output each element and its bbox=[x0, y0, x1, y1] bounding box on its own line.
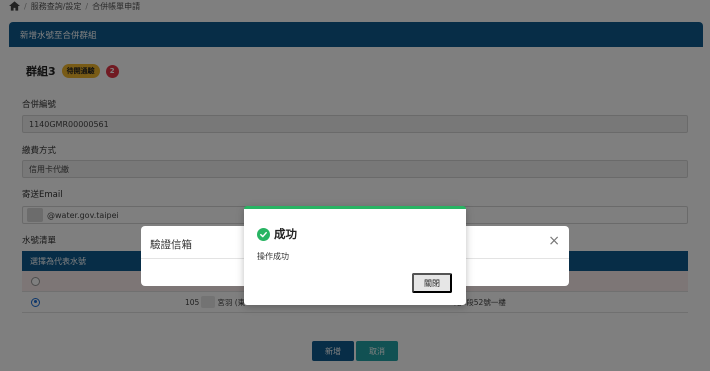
success-message: 操作成功 bbox=[257, 252, 289, 261]
verify-modal-title: 驗證信箱 bbox=[150, 239, 192, 251]
close-icon[interactable]: × bbox=[548, 234, 560, 248]
success-title: 成功 bbox=[274, 227, 297, 241]
check-circle-icon bbox=[257, 228, 270, 241]
success-modal: 成功 操作成功 關閉 bbox=[244, 206, 466, 305]
page: / 服務查詢/設定 / 合併帳單申請 新增水號至合併群組 群組3 待開通驗 2 … bbox=[0, 0, 710, 371]
close-button[interactable]: 關閉 bbox=[412, 273, 452, 293]
modal-backdrop[interactable] bbox=[0, 0, 710, 371]
